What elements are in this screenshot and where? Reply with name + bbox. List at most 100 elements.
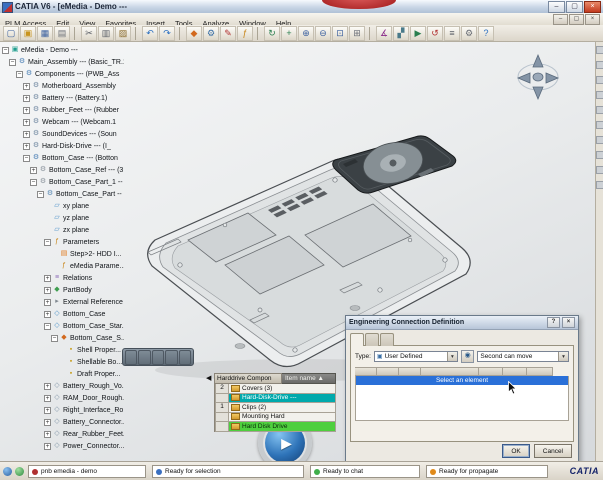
open-icon[interactable]: ▣: [20, 25, 36, 41]
component-row[interactable]: Hard Disk Drive: [215, 422, 336, 432]
dialog-title-bar[interactable]: Engineering Connection Definition ? ×: [346, 316, 578, 330]
tree-expander-icon[interactable]: [23, 106, 30, 114]
minimize-button[interactable]: –: [548, 1, 565, 13]
fit-all-icon[interactable]: ⊡: [332, 25, 348, 41]
session-box[interactable]: pnb emedia - demo: [28, 465, 146, 478]
doc-minimize-button[interactable]: –: [553, 14, 568, 25]
tree-expander-icon[interactable]: [44, 430, 51, 438]
selected-constraint-row[interactable]: Select an element: [356, 376, 568, 385]
frame-tool-icon[interactable]: [595, 136, 603, 144]
move-behavior-combo[interactable]: Second can move ▾: [477, 351, 569, 362]
connection-status-icon[interactable]: [3, 467, 12, 476]
tree-item[interactable]: ⚙ Bottom_Case_Ref --- (3: [0, 164, 124, 176]
zoom-out-icon[interactable]: ⊖: [315, 25, 331, 41]
tree-item[interactable]: ◇ Right_Interface_Ro...: [0, 404, 124, 416]
tree-expander-icon[interactable]: [44, 442, 51, 450]
tree-item[interactable]: ▪ Draft Proper...: [0, 368, 124, 380]
zoom-tool-icon[interactable]: [178, 349, 192, 365]
item-name-cell[interactable]: Clips (2): [229, 403, 336, 413]
tree-item[interactable]: ▸ External Reference: [0, 296, 124, 308]
fit-all-view-icon[interactable]: [138, 349, 151, 365]
toolbar-separator[interactable]: [369, 26, 373, 40]
tree-item[interactable]: ⚙ SoundDevices --- (Soun: [0, 128, 124, 140]
examine-tool-icon[interactable]: [595, 61, 603, 69]
tree-item[interactable]: ▣ eMedia - Demo ---: [0, 44, 124, 56]
dialog-tab[interactable]: [365, 333, 379, 346]
collapse-panel-icon[interactable]: ◀: [206, 373, 214, 384]
rotate-tool-icon[interactable]: [165, 349, 178, 365]
tree-expander-icon[interactable]: [9, 58, 16, 66]
tree-item[interactable]: ⚙ Battery --- (Battery.1): [0, 92, 124, 104]
tree-expander-icon[interactable]: [44, 238, 51, 246]
update-icon[interactable]: ↺: [427, 25, 443, 41]
part-design-icon[interactable]: ◆: [186, 25, 202, 41]
component-row[interactable]: Mounting Hard: [215, 412, 336, 422]
toolbar-separator[interactable]: [74, 26, 78, 40]
tree-expander-icon[interactable]: [23, 118, 30, 126]
tree-item[interactable]: ⚙ Motherboard_Assembly: [0, 80, 124, 92]
support-picker-icon[interactable]: ◉: [460, 350, 475, 363]
tree-item[interactable]: ▤ Step>2- HDD I...: [0, 248, 124, 260]
tree-expander-icon[interactable]: [44, 418, 51, 426]
body-tool-icon[interactable]: [595, 151, 603, 159]
knowledge-icon[interactable]: ƒ: [237, 25, 253, 41]
tree-expander-icon[interactable]: [51, 334, 58, 342]
gear-tool-icon[interactable]: [595, 106, 603, 114]
redo-icon[interactable]: ↷: [159, 25, 175, 41]
tree-item[interactable]: ◇ Rear_Rubber_Feet...: [0, 428, 124, 440]
dialog-tab[interactable]: [350, 333, 364, 346]
tree-expander-icon[interactable]: [44, 382, 51, 390]
tree-item[interactable]: ▱ zx plane: [0, 224, 124, 236]
pan-view-icon[interactable]: +: [281, 25, 297, 41]
plane-tool-icon[interactable]: [595, 76, 603, 84]
tree-item[interactable]: ƒ Parameters: [0, 236, 124, 248]
component-row[interactable]: Hard-Disk-Drive ---: [215, 393, 336, 403]
tree-item[interactable]: ⚙ Hard-Disk-Drive --- (I_: [0, 140, 124, 152]
tree-item[interactable]: ▱ xy plane: [0, 200, 124, 212]
cancel-button[interactable]: Cancel: [533, 444, 572, 458]
tree-expander-icon[interactable]: [44, 322, 51, 330]
constraint-type-combo[interactable]: ▣ User Defined ▾: [373, 351, 458, 362]
panel-title[interactable]: Harddrive Compon: [214, 373, 282, 384]
options-icon[interactable]: ⚙: [461, 25, 477, 41]
toolbar-separator[interactable]: [257, 26, 261, 40]
tree-item[interactable]: ▪ Shellable Bo...: [0, 356, 124, 368]
tree-item[interactable]: ◇ Power_Connector...: [0, 440, 124, 452]
catalog-icon[interactable]: ≡: [444, 25, 460, 41]
list-tool-icon[interactable]: [595, 121, 603, 129]
tree-item[interactable]: ⚙ Bottom_Case_Part --: [0, 188, 124, 200]
tree-item[interactable]: ⚙ Rubber_Feet --- (Rubber: [0, 104, 124, 116]
normal-view-icon[interactable]: ⊞: [349, 25, 365, 41]
tree-expander-icon[interactable]: [2, 46, 9, 54]
sketcher-icon[interactable]: ✎: [220, 25, 236, 41]
undo-icon[interactable]: ↶: [142, 25, 158, 41]
new-document-icon[interactable]: ▢: [3, 25, 19, 41]
doc-restore-button[interactable]: ▢: [569, 14, 584, 25]
tree-item[interactable]: ⚙ Components --- (PWB_Ass: [0, 68, 124, 80]
help-icon[interactable]: ?: [478, 25, 494, 41]
help-tool-icon[interactable]: [595, 181, 603, 189]
assembly-design-icon[interactable]: ⚙: [203, 25, 219, 41]
tree-item[interactable]: ⚙ Bottom_Case_Part_1 --: [0, 176, 124, 188]
grid-tool-icon[interactable]: [595, 91, 603, 99]
print-icon[interactable]: ▤: [54, 25, 70, 41]
tree-item[interactable]: ◇ Battery_Rough_Vo...: [0, 380, 124, 392]
tree-expander-icon[interactable]: [23, 142, 30, 150]
dialog-help-button[interactable]: ?: [547, 317, 560, 328]
section-icon[interactable]: ▞: [393, 25, 409, 41]
item-name-cell[interactable]: Hard-Disk-Drive ---: [229, 393, 336, 403]
component-row[interactable]: 2 Covers (3): [215, 384, 336, 394]
tree-item[interactable]: ◆ PartBody: [0, 284, 124, 296]
save-icon[interactable]: ▦: [37, 25, 53, 41]
component-row[interactable]: 1 Clips (2): [215, 403, 336, 413]
examine-view-icon[interactable]: [125, 349, 138, 365]
tree-expander-icon[interactable]: [23, 82, 30, 90]
tree-item[interactable]: ≡ Relations: [0, 272, 124, 284]
item-name-column-header[interactable]: Item name ▲: [282, 373, 336, 384]
tree-expander-icon[interactable]: [30, 178, 37, 186]
dialog-close-button[interactable]: ×: [562, 317, 575, 328]
hard-disk-drive-model[interactable]: [323, 130, 468, 202]
item-name-cell[interactable]: Covers (3): [229, 384, 336, 394]
propagate-status-box[interactable]: Ready for propagate: [426, 465, 548, 478]
simulation-play-icon[interactable]: ▶: [410, 25, 426, 41]
